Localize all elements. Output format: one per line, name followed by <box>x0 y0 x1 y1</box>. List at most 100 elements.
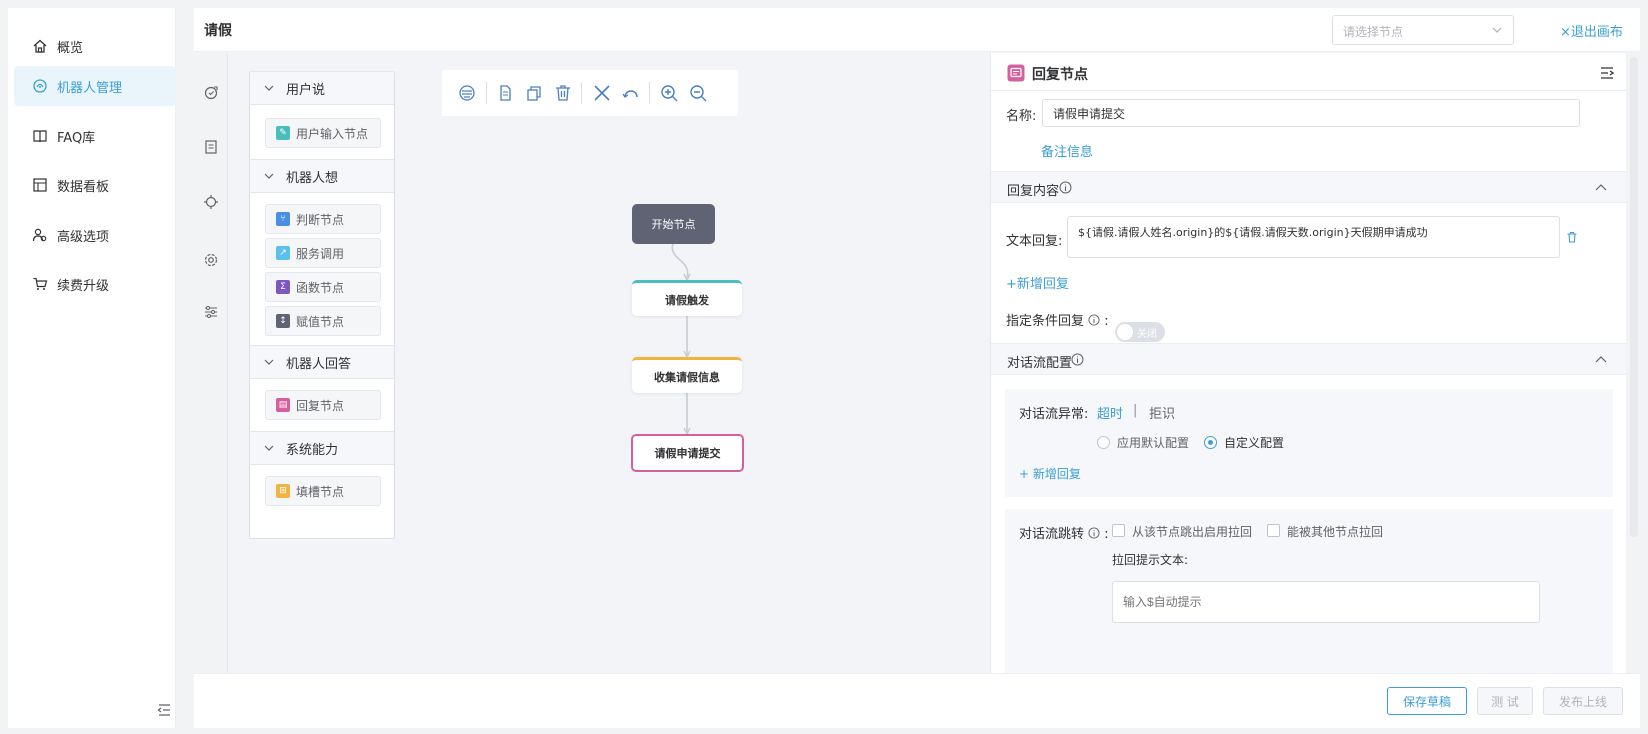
toggle-knob <box>1117 324 1133 340</box>
flow-node-trigger[interactable]: 请假触发 <box>632 280 742 316</box>
chevron-down-icon <box>264 85 274 91</box>
palette-item-label: 回复节点 <box>296 398 345 413</box>
sliders-icon[interactable] <box>203 304 219 320</box>
nav-item-label: 概览 <box>57 40 84 56</box>
nav-item-overview[interactable]: 概览 <box>14 26 176 66</box>
undo-icon[interactable] <box>621 83 641 103</box>
info-icon <box>1071 353 1084 366</box>
chevron-up-icon <box>1595 184 1607 191</box>
palette-item-function[interactable]: Σ 函数节点 <box>265 272 381 302</box>
nav-item-label: 高级选项 <box>57 229 110 245</box>
nav-item-robot-management[interactable]: 机器人管理 <box>14 66 176 106</box>
trash-icon[interactable] <box>1566 231 1578 243</box>
jump-colon: : <box>1104 527 1109 542</box>
arrow-out-icon: ↗ <box>276 246 290 260</box>
dashboard-icon <box>33 178 47 192</box>
checkbox-pullback-out[interactable] <box>1112 524 1125 537</box>
palette-group-robot-think[interactable]: 机器人想 <box>250 159 394 193</box>
panel-menu-icon[interactable] <box>1599 65 1615 81</box>
users-icon <box>32 228 47 242</box>
pullback-text-input[interactable] <box>1112 581 1540 623</box>
node-select-placeholder: 请选择节点 <box>1343 25 1404 39</box>
tab-reject[interactable]: 拒识 <box>1149 403 1175 422</box>
flow-node-submit[interactable]: 请假申请提交 <box>631 434 744 472</box>
close-icon[interactable] <box>592 83 612 103</box>
info-icon <box>1088 314 1100 326</box>
radio-default-label: 应用默认配置 <box>1117 436 1190 450</box>
checkbox-pullback-in[interactable] <box>1267 524 1280 537</box>
cart-icon <box>33 277 48 290</box>
nav-item-label: FAQ库 <box>57 130 96 146</box>
test-button[interactable]: 测 试 <box>1477 687 1533 715</box>
canvas-topbar: 请假 请选择节点 ×退出画布 <box>194 8 1640 52</box>
remark-link[interactable]: 备注信息 <box>1041 141 1093 160</box>
duplicate-icon[interactable] <box>524 83 544 103</box>
target-check-icon[interactable] <box>203 85 219 101</box>
book-icon <box>33 130 47 143</box>
reply-node-icon <box>1007 64 1025 82</box>
palette-item-slot-fill[interactable]: ⊞ 填槽节点 <box>265 476 381 506</box>
cond-reply-label: 指定条件回复 : <box>1006 310 1109 329</box>
edit-icon: ✎ <box>276 126 290 140</box>
name-label: 名称: <box>1006 109 1037 124</box>
checkbox-pullback-out-label: 从该节点跳出启用拉回 <box>1132 525 1253 539</box>
flow-node-collect[interactable]: 收集请假信息 <box>632 357 742 393</box>
cond-reply-toggle[interactable]: 关闭 <box>1115 322 1165 342</box>
nav-item-label: 数据看板 <box>57 179 110 195</box>
add-reply-link-2[interactable]: + 新增回复 <box>1019 465 1081 482</box>
palette-item-assign[interactable]: ↕ 赋值节点 <box>265 306 381 336</box>
gear-icon[interactable] <box>203 252 219 268</box>
cond-colon: : <box>1104 314 1109 329</box>
text-reply-label: 文本回复: <box>1006 234 1063 249</box>
palette-group-robot-answer[interactable]: 机器人回答 <box>250 345 394 379</box>
flow-config-section[interactable]: 对话流配置 <box>991 343 1626 375</box>
tab-timeout[interactable]: 超时 <box>1097 403 1123 422</box>
home-icon <box>33 39 47 53</box>
palette-group-system[interactable]: 系统能力 <box>250 431 394 465</box>
toggle-text: 关闭 <box>1137 329 1157 340</box>
panel-scrollbar[interactable] <box>1630 57 1638 537</box>
footer-bar: 保存草稿 测 试 发布上线 <box>194 673 1640 728</box>
palette-item-label: 函数节点 <box>296 280 345 295</box>
publish-button[interactable]: 发布上线 <box>1543 687 1623 715</box>
section-title: 对话流配置 <box>1007 356 1073 371</box>
radio-default[interactable] <box>1097 436 1110 449</box>
panel-title: 回复节点 <box>1032 67 1088 83</box>
radio-custom[interactable] <box>1204 436 1217 449</box>
nav-item-advanced[interactable]: 高级选项 <box>14 215 176 255</box>
page-title: 请假 <box>204 23 232 39</box>
text-reply-input[interactable]: ${请假.请假人姓名.origin}的${请假.请假天数.origin}天假期申… <box>1067 216 1560 258</box>
radio-custom-label: 自定义配置 <box>1224 436 1285 450</box>
save-draft-button[interactable]: 保存草稿 <box>1387 687 1467 715</box>
chevron-down-icon <box>264 173 274 179</box>
nav-item-faq[interactable]: FAQ库 <box>14 116 176 156</box>
palette-item-reply[interactable]: ▤ 回复节点 <box>265 390 381 420</box>
nav-item-renew[interactable]: 续费升级 <box>14 264 176 304</box>
flow-node-start[interactable]: 开始节点 <box>632 204 715 244</box>
collapse-sidebar-icon[interactable] <box>156 702 172 718</box>
palette-item-label: 填槽节点 <box>296 484 345 499</box>
palette-item-service-call[interactable]: ↗ 服务调用 <box>265 238 381 268</box>
trash-icon[interactable] <box>553 83 573 103</box>
name-input[interactable] <box>1042 99 1580 127</box>
info-icon <box>1059 181 1072 194</box>
copy-icon[interactable] <box>495 83 515 103</box>
crosshair-icon[interactable] <box>203 194 219 210</box>
palette-item-label: 赋值节点 <box>296 314 345 329</box>
palette-group-title: 机器人回答 <box>286 356 352 372</box>
zoom-out-icon[interactable] <box>688 83 708 103</box>
node-select[interactable]: 请选择节点 <box>1332 15 1514 45</box>
add-reply-link[interactable]: +新增回复 <box>1006 273 1069 292</box>
layout-icon[interactable] <box>457 83 477 103</box>
document-icon[interactable] <box>203 139 219 155</box>
canvas-toolbar <box>442 70 738 116</box>
reply-content-section[interactable]: 回复内容 <box>991 171 1626 203</box>
exit-canvas-link[interactable]: ×退出画布 <box>1560 21 1623 40</box>
palette-item-judge[interactable]: ⑂ 判断节点 <box>265 204 381 234</box>
palette-item-user-input[interactable]: ✎ 用户输入节点 <box>265 118 381 148</box>
zoom-in-icon[interactable] <box>659 83 679 103</box>
palette-group-user[interactable]: 用户说 <box>250 71 394 105</box>
nav-item-dashboard[interactable]: 数据看板 <box>14 165 176 205</box>
robot-icon <box>33 79 47 93</box>
slot-icon: ⊞ <box>276 484 290 498</box>
